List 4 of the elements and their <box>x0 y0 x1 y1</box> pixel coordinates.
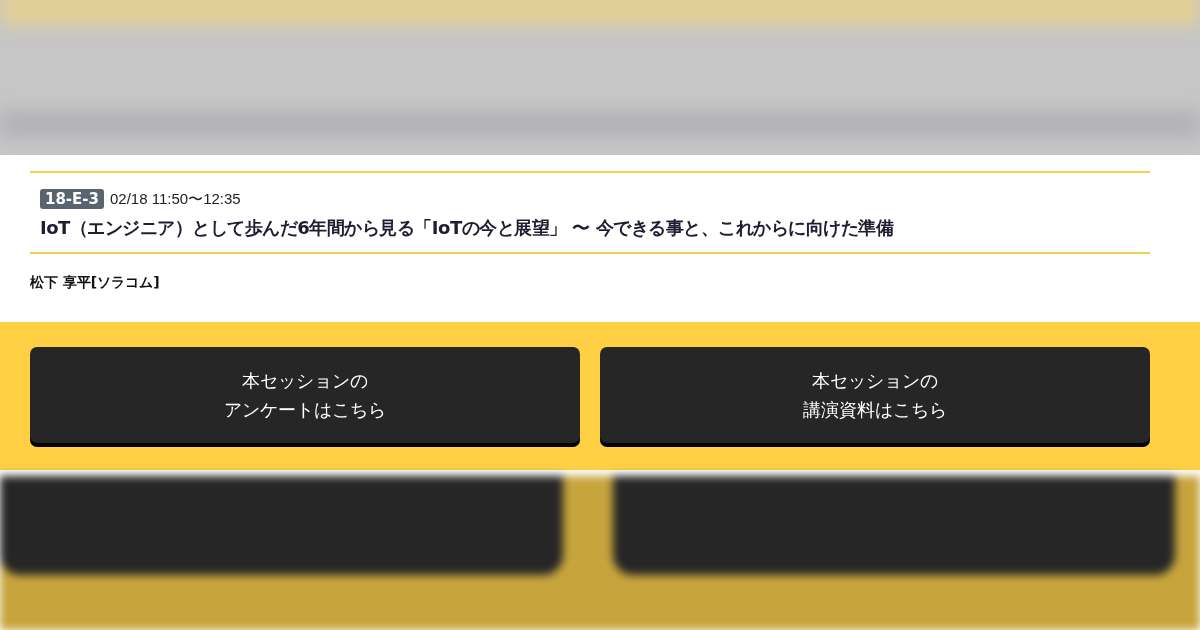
session-code-badge: 18-E-3 <box>40 189 104 209</box>
session-time: 02/18 11:50〜12:35 <box>110 189 241 209</box>
speaker-name: 松下 享平[ソラコム] <box>30 274 161 292</box>
session-title: IoT（エンジニア）として歩んだ6年間から見る「IoTの今と展望」 〜 今できる事と、これからに向けた準備 <box>40 216 895 240</box>
